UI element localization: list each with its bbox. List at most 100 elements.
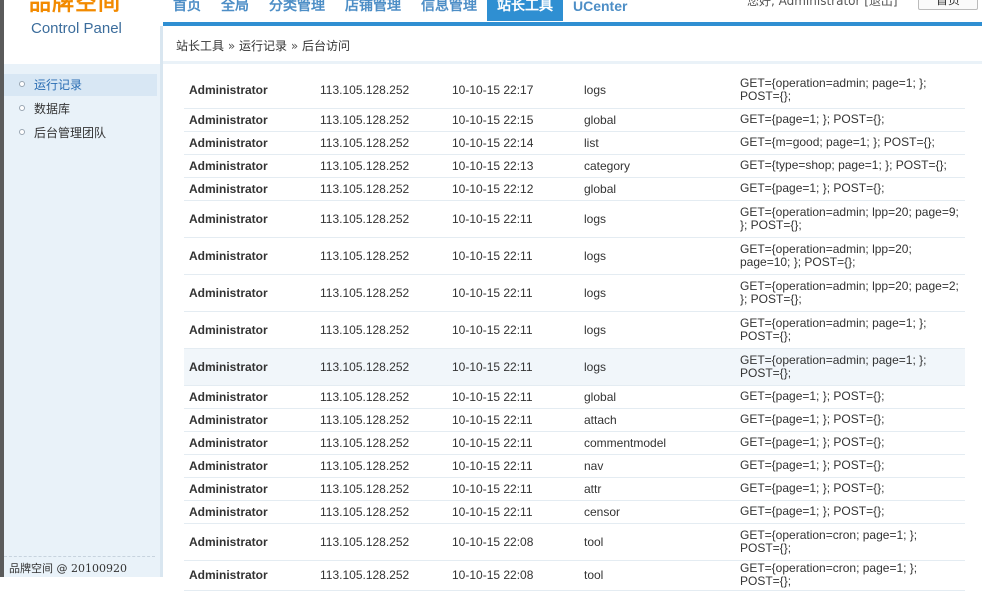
- table-row: Administrator 113.105.128.252 10-10-15 22:…: [184, 154, 965, 178]
- cell-ip: 113.105.128.252: [315, 477, 447, 501]
- cell-ip: 113.105.128.252: [315, 154, 447, 178]
- breadcrumb-separator: »: [287, 39, 302, 53]
- home-button[interactable]: 首页: [918, 0, 978, 10]
- nav-tab-6[interactable]: UCenter: [563, 0, 637, 21]
- cell-user: Administrator: [184, 274, 315, 312]
- footer-name: 品牌空间 @: [9, 562, 71, 575]
- cell-request-data: GET={page=1; }; POST={};: [735, 177, 965, 201]
- cell-action: global: [579, 108, 735, 132]
- cell-user: Administrator: [184, 560, 315, 591]
- cell-user: Administrator: [184, 311, 315, 349]
- cell-time: 10-10-15 22:11: [447, 477, 579, 501]
- cell-ip: 113.105.128.252: [315, 274, 447, 312]
- table-row: Administrator 113.105.128.252 10-10-15 22:…: [184, 408, 965, 432]
- nav-tab-4[interactable]: 信息管理: [411, 0, 487, 21]
- nav-tab-1[interactable]: 全局: [211, 0, 259, 21]
- cell-action: logs: [579, 311, 735, 349]
- cell-user: Administrator: [184, 177, 315, 201]
- cell-action: logs: [579, 72, 735, 109]
- bullet-icon: [19, 129, 25, 135]
- breadcrumb-item-2: 后台访问: [302, 39, 351, 53]
- cell-user: Administrator: [184, 108, 315, 132]
- cell-ip: 113.105.128.252: [315, 385, 447, 409]
- cell-action: attach: [579, 408, 735, 432]
- cell-user: Administrator: [184, 72, 315, 109]
- cell-action: category: [579, 154, 735, 178]
- table-row: Administrator 113.105.128.252 10-10-15 22:…: [184, 131, 965, 155]
- cell-action: tool: [579, 523, 735, 561]
- cell-ip: 113.105.128.252: [315, 177, 447, 201]
- table-row: Administrator 113.105.128.252 10-10-15 22:…: [184, 200, 965, 238]
- cell-request-data: GET={operation=admin; lpp=20; page=9; };…: [735, 200, 965, 238]
- logo-subtitle: Control Panel: [31, 20, 122, 37]
- cell-action: tool: [579, 560, 735, 591]
- bullet-icon: [19, 105, 25, 111]
- breadcrumb-separator: »: [224, 39, 239, 53]
- cell-user: Administrator: [184, 500, 315, 524]
- table-row: Administrator 113.105.128.252 10-10-15 22:…: [184, 108, 965, 132]
- table-row: Administrator 113.105.128.252 10-10-15 22:…: [184, 237, 965, 275]
- table-row: Administrator 113.105.128.252 10-10-15 22:…: [184, 560, 965, 591]
- sidebar-item-label: 运行记录: [34, 78, 83, 92]
- cell-request-data: GET={operation=admin; page=1; }; POST={}…: [735, 72, 965, 109]
- breadcrumb-item-0[interactable]: 站长工具: [176, 39, 224, 53]
- cell-request-data: GET={m=good; page=1; }; POST={};: [735, 131, 965, 155]
- cell-time: 10-10-15 22:11: [447, 200, 579, 238]
- cell-request-data: GET={page=1; }; POST={};: [735, 477, 965, 501]
- cell-user: Administrator: [184, 348, 315, 386]
- window-edge: [0, 0, 4, 577]
- cell-ip: 113.105.128.252: [315, 131, 447, 155]
- cell-user: Administrator: [184, 237, 315, 275]
- sidebar-item-1[interactable]: 数据库: [4, 98, 157, 120]
- cell-user: Administrator: [184, 431, 315, 455]
- cell-time: 10-10-15 22:11: [447, 385, 579, 409]
- cell-time: 10-10-15 22:11: [447, 274, 579, 312]
- table-row: Administrator 113.105.128.252 10-10-15 22:…: [184, 523, 965, 561]
- log-table-wrap: Administrator 113.105.128.252 10-10-15 22:…: [184, 72, 965, 591]
- logo[interactable]: 品牌空间 Control Panel: [0, 0, 160, 40]
- user-greeting[interactable]: 您好, Administrator [退出]: [747, 0, 898, 9]
- log-table: Administrator 113.105.128.252 10-10-15 22:…: [184, 72, 965, 591]
- cell-request-data: GET={operation=cron; page=1; }; POST={};: [735, 560, 965, 591]
- nav-tab-2[interactable]: 分类管理: [259, 0, 335, 21]
- breadcrumb: 站长工具 » 运行记录 » 后台访问: [176, 37, 350, 54]
- breadcrumb-item-1[interactable]: 运行记录: [239, 39, 287, 53]
- cell-time: 10-10-15 22:11: [447, 408, 579, 432]
- sidebar-item-0[interactable]: 运行记录: [4, 74, 157, 96]
- cell-request-data: GET={page=1; }; POST={};: [735, 408, 965, 432]
- cell-ip: 113.105.128.252: [315, 431, 447, 455]
- cell-request-data: GET={page=1; }; POST={};: [735, 454, 965, 478]
- cell-ip: 113.105.128.252: [315, 500, 447, 524]
- cell-request-data: GET={page=1; }; POST={};: [735, 385, 965, 409]
- cell-user: Administrator: [184, 131, 315, 155]
- cell-ip: 113.105.128.252: [315, 348, 447, 386]
- nav-tab-3[interactable]: 店铺管理: [335, 0, 411, 21]
- sidebar-item-label: 数据库: [34, 102, 71, 116]
- nav-tab-5[interactable]: 站长工具: [487, 0, 563, 21]
- bullet-icon: [19, 81, 25, 87]
- breadcrumb-bar: 站长工具 » 运行记录 » 后台访问: [163, 26, 982, 62]
- table-row: Administrator 113.105.128.252 10-10-15 22:…: [184, 454, 965, 478]
- cell-ip: 113.105.128.252: [315, 560, 447, 591]
- cell-time: 10-10-15 22:11: [447, 454, 579, 478]
- cell-request-data: GET={page=1; }; POST={};: [735, 108, 965, 132]
- cell-time: 10-10-15 22:11: [447, 500, 579, 524]
- cell-ip: 113.105.128.252: [315, 523, 447, 561]
- cell-request-data: GET={operation=admin; page=1; }; POST={}…: [735, 311, 965, 349]
- cell-time: 10-10-15 22:08: [447, 560, 579, 591]
- table-row: Administrator 113.105.128.252 10-10-15 22:…: [184, 274, 965, 312]
- cell-time: 10-10-15 22:08: [447, 523, 579, 561]
- cell-time: 10-10-15 22:14: [447, 131, 579, 155]
- cell-user: Administrator: [184, 454, 315, 478]
- logo-title: 品牌空间: [29, 0, 122, 16]
- nav-tab-0[interactable]: 首页: [163, 0, 211, 21]
- table-row: Administrator 113.105.128.252 10-10-15 22:…: [184, 477, 965, 501]
- sidebar-item-2[interactable]: 后台管理团队: [4, 122, 157, 144]
- table-row: Administrator 113.105.128.252 10-10-15 22:…: [184, 348, 965, 386]
- cell-action: global: [579, 385, 735, 409]
- cell-request-data: GET={operation=admin; lpp=20; page=2; };…: [735, 274, 965, 312]
- cell-user: Administrator: [184, 477, 315, 501]
- top-nav: 首页 全局 分类管理 店铺管理 信息管理 站长工具 UCenter: [163, 0, 637, 22]
- table-row: Administrator 113.105.128.252 10-10-15 22:…: [184, 431, 965, 455]
- cell-action: logs: [579, 200, 735, 238]
